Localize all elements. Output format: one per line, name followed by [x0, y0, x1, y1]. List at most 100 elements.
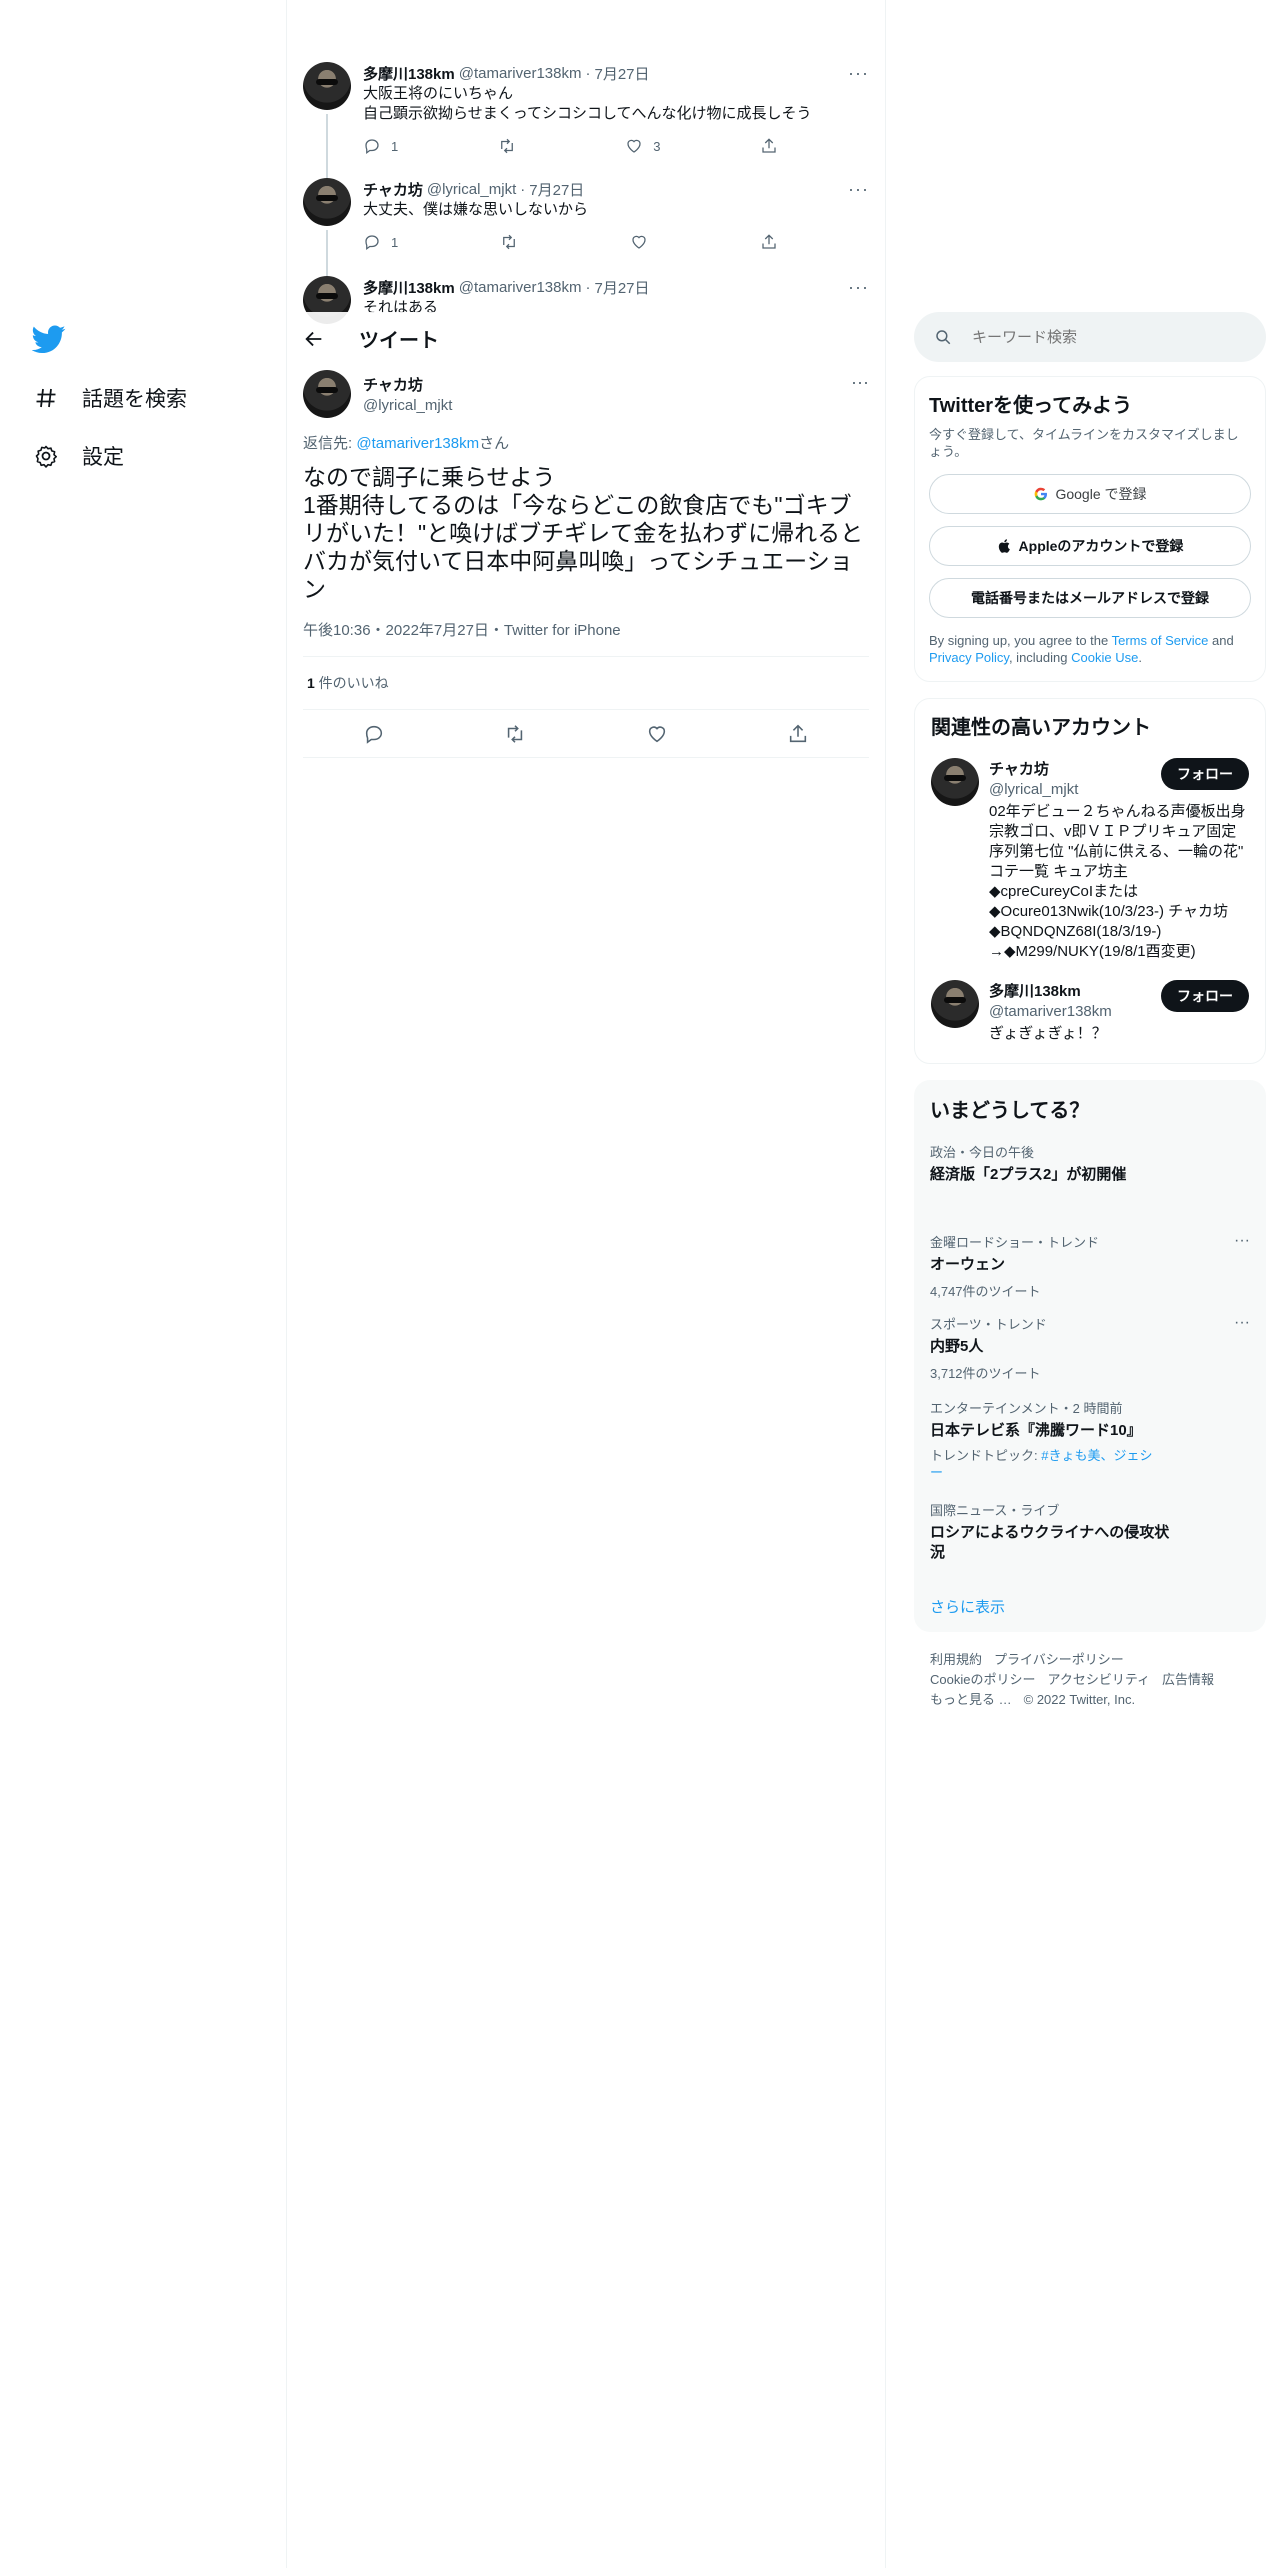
footer-more-link[interactable]: もっと見る … [930, 1692, 1012, 1707]
trend-meta: スポーツ・トレンド [930, 1317, 1047, 1332]
phone-email-signup-button[interactable]: 電話番号またはメールアドレスで登録 [929, 578, 1251, 618]
more-icon[interactable]: ··· [848, 63, 869, 84]
account-handle[interactable]: @lyrical_mjkt [989, 781, 1078, 798]
author-handle[interactable]: @lyrical_mjkt [363, 397, 452, 414]
apple-signup-button[interactable]: Appleのアカウントで登録 [929, 526, 1251, 566]
trend-meta: 政治・今日の午後 [930, 1145, 1035, 1160]
account-bio: ぎょぎょぎょ！？ [989, 1025, 1107, 1042]
search-box[interactable] [914, 312, 1266, 362]
tweet-date[interactable]: 7月27日 [594, 63, 649, 84]
reply-button[interactable]: 1 [363, 137, 398, 155]
author-name[interactable]: チャカ坊 [363, 374, 452, 395]
reply-target-link[interactable]: @tamariver138km [356, 435, 479, 452]
signup-subtitle: 今すぐ登録して、タイムラインをカスタマイズしましょう。 [929, 427, 1239, 459]
privacy-link[interactable]: Privacy Policy [929, 650, 1009, 665]
terms-link[interactable]: Terms of Service [1112, 633, 1209, 648]
cookie-link[interactable]: Cookie Use [1071, 650, 1138, 665]
reply-context: 返信先: @tamariver138kmさん [303, 435, 510, 452]
trend-title: 日本テレビ系『沸騰ワード10』 [930, 1422, 1142, 1439]
share-icon[interactable] [787, 723, 809, 745]
thread-tweet[interactable]: チャカ坊 @lyrical_mjkt · 7月27日 ··· 大丈夫、僕は嫌な思… [287, 178, 885, 280]
thread-connector [326, 114, 328, 182]
author-name[interactable]: 多摩川138km [363, 277, 455, 298]
tweet-date[interactable]: 7月27日 [594, 277, 649, 298]
footer-link[interactable]: Cookieのポリシー [930, 1672, 1035, 1687]
trend-item[interactable]: スポーツ・トレンド 内野5人 3,712件のツイート ··· [930, 1314, 1250, 1382]
author-handle[interactable]: @tamariver138km [459, 279, 582, 296]
footer-link[interactable]: アクセシビリティ [1047, 1672, 1150, 1687]
avatar[interactable] [303, 62, 351, 110]
footer-link[interactable]: 利用規約 [930, 1652, 982, 1667]
tweet-actions [303, 710, 869, 758]
account-item[interactable]: チャカ坊 @lyrical_mjkt フォロー 02年デビュー２ちゃんねる声優板… [931, 758, 1249, 962]
avatar[interactable] [303, 178, 351, 226]
share-button[interactable] [760, 233, 788, 251]
retweet-icon[interactable] [504, 723, 526, 745]
tweet-text: なので調子に乗らせよう 1番期待してるのは「今ならどこの飲食店でも"ゴキブリがい… [303, 464, 864, 602]
reply-icon[interactable] [363, 723, 385, 745]
more-icon[interactable]: ··· [848, 179, 869, 200]
google-signup-button[interactable]: Google で登録 [929, 474, 1251, 514]
thread-tweet[interactable]: 多摩川138km @tamariver138km · 7月27日 ··· 大阪王… [287, 62, 885, 182]
trend-topic: トレンドトピック: #きょも美、ジェシー [930, 1448, 1153, 1480]
hashtag-icon [32, 384, 60, 412]
more-icon[interactable]: ··· [1234, 1314, 1250, 1332]
footer-link[interactable]: プライバシーポリシー [994, 1652, 1124, 1667]
reply-icon [365, 139, 379, 155]
search-input[interactable] [972, 328, 1232, 346]
account-handle[interactable]: @tamariver138km [989, 1003, 1112, 1020]
heart-icon [632, 235, 646, 249]
trend-item[interactable]: 金曜ロードショー・トレンド オーウェン 4,747件のツイート ··· [930, 1232, 1250, 1300]
account-item[interactable]: 多摩川138km @tamariver138km フォロー ぎょぎょぎょ！？ [931, 980, 1249, 1044]
heart-icon[interactable] [646, 723, 668, 745]
more-icon[interactable]: ··· [848, 277, 869, 298]
trend-item[interactable]: 政治・今日の午後 経済版「2プラス2」が初開催 [930, 1142, 1250, 1185]
more-icon[interactable]: ··· [851, 372, 869, 393]
share-button[interactable] [760, 137, 788, 155]
footer-link[interactable]: 広告情報 [1162, 1672, 1214, 1687]
apple-icon [998, 539, 1010, 553]
separator: · [585, 278, 591, 296]
nav-settings[interactable]: 設定 [32, 436, 124, 476]
trend-title: ロシアによるウクライナへの侵攻状況 [930, 1524, 1170, 1561]
nav-explore-label: 話題を検索 [82, 388, 187, 411]
like-button[interactable]: 3 [625, 137, 660, 155]
twitter-logo-icon[interactable] [32, 322, 66, 356]
likes-count[interactable]: 1 件のいいね [303, 657, 869, 710]
search-icon [936, 330, 951, 345]
trend-count: 3,712件のツイート [930, 1366, 1041, 1381]
tweet-date[interactable]: 7月27日 [529, 179, 584, 200]
left-nav: 話題を検索 設定 [0, 0, 286, 2568]
avatar[interactable] [931, 980, 979, 1028]
author-handle[interactable]: @lyrical_mjkt [427, 181, 516, 198]
retweet-icon [503, 234, 516, 250]
follow-button[interactable]: フォロー [1161, 980, 1249, 1012]
avatar[interactable] [303, 370, 351, 418]
account-name[interactable]: 多摩川138km [989, 980, 1112, 1001]
nav-explore[interactable]: 話題を検索 [32, 378, 187, 418]
like-button[interactable] [630, 233, 658, 251]
trend-item[interactable]: エンターテインメント・2 時間前 日本テレビ系『沸騰ワード10』 トレンドトピッ… [930, 1398, 1250, 1481]
reply-icon [365, 235, 379, 251]
reply-button[interactable]: 1 [363, 233, 398, 251]
trend-meta: 国際ニュース・ライブ [930, 1503, 1060, 1518]
show-more-link[interactable]: さらに表示 [930, 1596, 1005, 1617]
separator: · [585, 64, 591, 82]
tweet-timestamp[interactable]: 午後10:36・2022年7月27日・Twitter for iPhone [303, 619, 869, 657]
account-name[interactable]: チャカ坊 [989, 758, 1078, 779]
gear-icon [32, 442, 60, 470]
retweet-button[interactable] [500, 233, 528, 251]
avatar[interactable] [931, 758, 979, 806]
trends-title: いまどうしてる？ [930, 1100, 1090, 1122]
author-name[interactable]: チャカ坊 [363, 179, 423, 200]
author-handle[interactable]: @tamariver138km [459, 65, 582, 82]
trend-title: 経済版「2プラス2」が初開催 [930, 1166, 1127, 1183]
back-arrow-icon[interactable] [303, 328, 325, 350]
more-icon[interactable]: ··· [1234, 1232, 1250, 1250]
trend-meta: 金曜ロードショー・トレンド [930, 1235, 1100, 1250]
author-name[interactable]: 多摩川138km [363, 63, 455, 84]
follow-button[interactable]: フォロー [1161, 758, 1249, 790]
retweet-button[interactable] [498, 137, 526, 155]
tweet-text: 大阪王将のにいちゃん 自己顕示欲拗らせまくってシコシコしてへんな化け物に成長しそ… [363, 85, 812, 122]
trend-item[interactable]: 国際ニュース・ライブ ロシアによるウクライナへの侵攻状況 [930, 1500, 1250, 1563]
